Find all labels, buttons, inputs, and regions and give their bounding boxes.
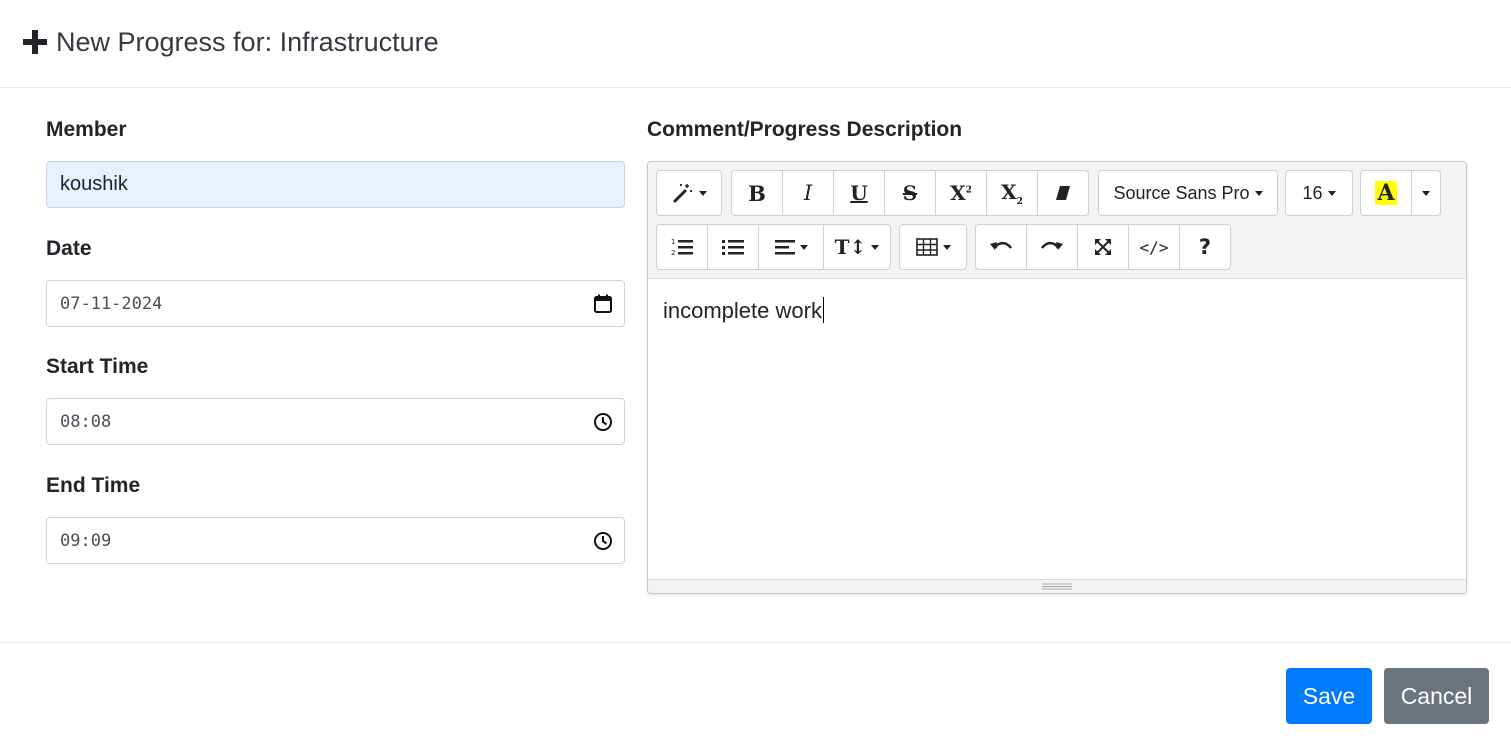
editor-text: incomplete work	[663, 298, 822, 323]
ordered-list-icon: 1 2	[671, 238, 693, 257]
redo-icon	[1040, 241, 1063, 250]
color-group: A	[1360, 170, 1441, 216]
date-label: Date	[46, 237, 92, 260]
font-size-value: 16	[1302, 182, 1323, 203]
start-time-label: Start Time	[46, 355, 149, 378]
fullscreen-button[interactable]	[1077, 224, 1129, 270]
italic-button[interactable]: I	[782, 170, 834, 216]
member-field[interactable]: koushik	[46, 161, 625, 208]
color-dropdown-button[interactable]	[1411, 170, 1441, 216]
font-name-value: Source Sans Pro	[1113, 182, 1250, 203]
line-height-icon: T↕	[834, 235, 867, 259]
subscript-button[interactable]: X2	[986, 170, 1038, 216]
superscript-icon: X2	[950, 181, 972, 205]
clock-icon[interactable]	[592, 411, 614, 433]
unordered-list-icon	[722, 240, 744, 255]
code-view-button[interactable]: </>	[1128, 224, 1180, 270]
subscript-icon: X2	[1001, 179, 1023, 207]
text-color-icon: A	[1375, 180, 1397, 206]
italic-icon: I	[803, 181, 813, 205]
editor-content[interactable]: incomplete work	[648, 279, 1466, 579]
underline-icon: U	[850, 181, 868, 205]
description-label: Comment/Progress Description	[647, 118, 963, 141]
editor-toolbar: B I U S X2 X2 Source Sans Pro 16 A 1 2 T…	[648, 162, 1466, 279]
style-button[interactable]	[656, 170, 722, 216]
cancel-button[interactable]: Cancel	[1384, 668, 1489, 724]
strikethrough-button[interactable]: S	[884, 170, 936, 216]
save-button[interactable]: Save	[1286, 668, 1372, 724]
undo-button[interactable]	[975, 224, 1027, 270]
modal-header: New Progress for: Infrastructure	[0, 0, 1511, 88]
start-time-field[interactable]: 08:08	[46, 398, 625, 445]
svg-text:1: 1	[671, 238, 675, 246]
redo-button[interactable]	[1026, 224, 1078, 270]
modal-title-text: New Progress for: Infrastructure	[56, 26, 439, 57]
font-size-group: 16	[1285, 170, 1353, 216]
modal-footer: Save Cancel	[0, 642, 1511, 748]
chevron-down-icon	[1422, 190, 1430, 196]
clear-format-button[interactable]	[1037, 170, 1089, 216]
align-icon	[774, 240, 795, 255]
table-button[interactable]	[899, 224, 967, 270]
bold-button[interactable]: B	[731, 170, 783, 216]
superscript-button[interactable]: X2	[935, 170, 987, 216]
strikethrough-icon: S	[902, 181, 918, 205]
bold-icon: B	[748, 180, 766, 206]
table-group	[899, 224, 967, 270]
date-value: 07-11-2024	[60, 293, 163, 314]
code-view-icon: </>	[1139, 237, 1169, 257]
line-height-button[interactable]: T↕	[823, 224, 891, 270]
member-value: koushik	[60, 173, 128, 195]
undo-icon	[990, 241, 1013, 250]
calendar-icon[interactable]	[592, 293, 614, 315]
date-field[interactable]: 07-11-2024	[46, 280, 625, 327]
end-time-field[interactable]: 09:09	[46, 517, 625, 564]
clock-icon[interactable]	[592, 530, 614, 552]
end-time-value: 09:09	[60, 530, 112, 551]
list-group: 1 2 T↕	[656, 224, 891, 270]
unordered-list-button[interactable]	[707, 224, 759, 270]
editor-resize-bar[interactable]	[648, 579, 1466, 593]
font-name-group: Source Sans Pro	[1098, 170, 1278, 216]
help-button[interactable]: ?	[1179, 224, 1231, 270]
table-icon	[915, 238, 938, 256]
style-group	[656, 170, 722, 216]
member-label: Member	[46, 118, 127, 141]
ordered-list-button[interactable]: 1 2	[656, 224, 708, 270]
font-name-dropdown[interactable]: Source Sans Pro	[1098, 170, 1278, 216]
paragraph-align-button[interactable]	[758, 224, 824, 270]
underline-button[interactable]: U	[833, 170, 885, 216]
start-time-value: 08:08	[60, 411, 112, 432]
plus-icon	[23, 30, 47, 54]
rich-text-editor: B I U S X2 X2 Source Sans Pro 16 A 1 2 T…	[647, 161, 1467, 594]
misc-group: </> ?	[975, 224, 1231, 270]
text-cursor	[822, 297, 824, 323]
font-size-dropdown[interactable]: 16	[1285, 170, 1353, 216]
fullscreen-icon	[1095, 239, 1111, 255]
eraser-icon	[1056, 186, 1070, 200]
format-group: B I U S X2 X2	[731, 170, 1089, 216]
magic-icon	[673, 184, 692, 203]
end-time-label: End Time	[46, 474, 141, 497]
help-icon: ?	[1198, 235, 1212, 259]
highlight-button[interactable]: A	[1360, 170, 1412, 216]
modal-title: New Progress for: Infrastructure	[22, 24, 439, 60]
resize-grip-icon[interactable]	[1042, 583, 1072, 590]
svg-text:2: 2	[671, 249, 675, 257]
